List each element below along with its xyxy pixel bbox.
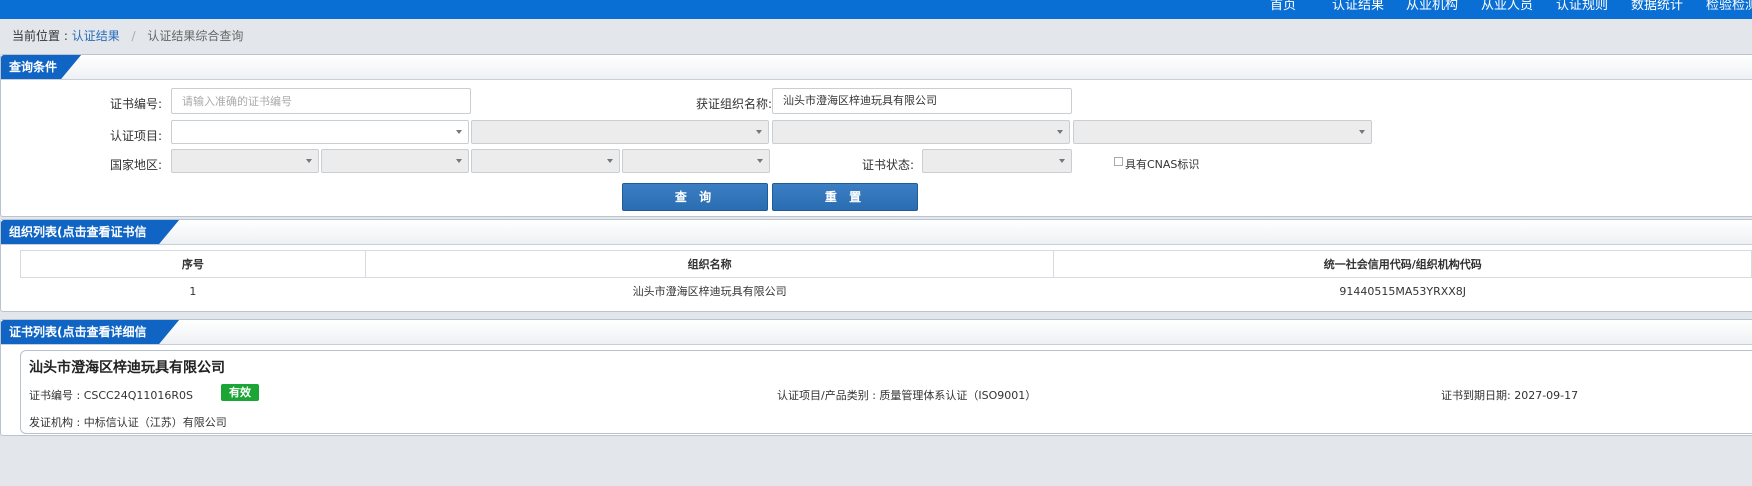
table-row[interactable]: 1 汕头市澄海区梓迪玩具有限公司 91440515MA53YRXX8J — [21, 278, 1752, 305]
cert-no-input[interactable] — [171, 88, 471, 114]
status-label: 证书状态: — [861, 158, 914, 172]
project-label: 认证项目: — [109, 129, 162, 143]
cnas-checkbox[interactable] — [1114, 157, 1123, 166]
cert-card[interactable]: 汕头市澄海区梓迪玩具有限公司 证书编号 : CSCC24Q11016R0S 有效… — [20, 350, 1752, 434]
nav-item-rules[interactable]: 认证规则 — [1556, 0, 1608, 12]
org-table-header-code: 统一社会信用代码/组织机构代码 — [1053, 250, 1752, 278]
nav-item-statistics[interactable]: 数据统计 — [1631, 0, 1683, 12]
org-table-header-index: 序号 — [20, 250, 366, 278]
project-select-4[interactable] — [1073, 120, 1372, 144]
cert-org-name[interactable]: 汕头市澄海区梓迪玩具有限公司 — [29, 357, 225, 377]
chevron-down-icon — [306, 159, 312, 163]
cert-expiry: 证书到期日期: 2027-09-17 — [1441, 389, 1579, 402]
cert-no-label: 证书编号: — [109, 97, 162, 111]
chevron-down-icon — [757, 159, 763, 163]
org-list-panel-header: 组织列表(点击查看证书信息) — [1, 220, 1752, 263]
project-select-2[interactable] — [471, 120, 769, 144]
search-button[interactable]: 查 询 — [622, 183, 768, 211]
breadcrumb-link[interactable]: 认证结果 — [72, 29, 120, 43]
region-select-2[interactable] — [321, 149, 469, 173]
nav-item-agencies[interactable]: 从业机构 — [1406, 0, 1458, 12]
breadcrumb: 当前位置 : 认证结果 / 认证结果综合查询 — [12, 27, 243, 44]
breadcrumb-separator: / — [131, 29, 136, 43]
cnas-label: 具有CNAS标识 — [1125, 158, 1200, 171]
org-row-code: 91440515MA53YRXX8J — [1339, 284, 1467, 298]
org-table: 序号 组织名称 统一社会信用代码/组织机构代码 1 汕头市澄海区梓迪玩具有限公司… — [20, 250, 1752, 304]
region-select-3[interactable] — [471, 149, 620, 173]
chevron-down-icon — [456, 130, 462, 134]
cert-issuer: 发证机构 : 中标信认证（江苏）有限公司 — [29, 416, 227, 429]
chevron-down-icon — [1057, 130, 1063, 134]
chevron-down-icon — [1359, 130, 1365, 134]
query-panel-tab: 查询条件 — [1, 55, 81, 79]
org-table-header-name: 组织名称 — [364, 250, 1055, 278]
cert-project: 认证项目/产品类别 : 质量管理体系认证（ISO9001） — [777, 389, 1037, 402]
org-table-header-row: 序号 组织名称 统一社会信用代码/组织机构代码 — [20, 250, 1752, 278]
nav-item-cert-results[interactable]: 认证结果 — [1332, 0, 1384, 12]
cert-list-panel-header: 证书列表(点击查看详细信息) — [1, 320, 1752, 363]
nav-item-personnel[interactable]: 从业人员 — [1481, 0, 1533, 12]
chevron-down-icon — [756, 130, 762, 134]
project-select-1[interactable] — [171, 120, 469, 144]
cert-number: 证书编号 : CSCC24Q11016R0S — [29, 389, 193, 402]
project-select-3[interactable] — [772, 120, 1070, 144]
region-select-4[interactable] — [622, 149, 770, 173]
breadcrumb-current: 认证结果综合查询 — [147, 29, 244, 43]
reset-button[interactable]: 重 置 — [772, 183, 918, 211]
cert-list-panel-tab: 证书列表(点击查看详细信息) — [1, 320, 179, 363]
region-select-1[interactable] — [171, 149, 319, 173]
breadcrumb-prefix: 当前位置 : — [12, 29, 68, 43]
nav-item-inspection[interactable]: 检验检测 — [1706, 0, 1752, 12]
org-name-label: 获证组织名称: — [695, 97, 772, 111]
nav-item-home[interactable]: 首页 — [1270, 0, 1296, 12]
org-name-input[interactable]: 汕头市澄海区梓迪玩具有限公司 — [772, 88, 1072, 114]
query-panel-header: 查询条件 — [1, 55, 1752, 80]
org-list-panel-tab: 组织列表(点击查看证书信息) — [1, 220, 179, 263]
org-row-name[interactable]: 汕头市澄海区梓迪玩具有限公司 — [365, 278, 1054, 305]
status-select[interactable] — [922, 149, 1072, 173]
top-nav-bar: 首页 认证结果 从业机构 从业人员 认证规则 数据统计 检验检测 — [0, 0, 1752, 19]
org-row-index: 1 — [189, 284, 197, 298]
chevron-down-icon — [1059, 159, 1065, 163]
chevron-down-icon — [456, 159, 462, 163]
query-panel-title: 查询条件 — [9, 60, 58, 74]
status-badge: 有效 — [221, 384, 259, 401]
region-label: 国家地区: — [109, 158, 162, 172]
chevron-down-icon — [607, 159, 613, 163]
